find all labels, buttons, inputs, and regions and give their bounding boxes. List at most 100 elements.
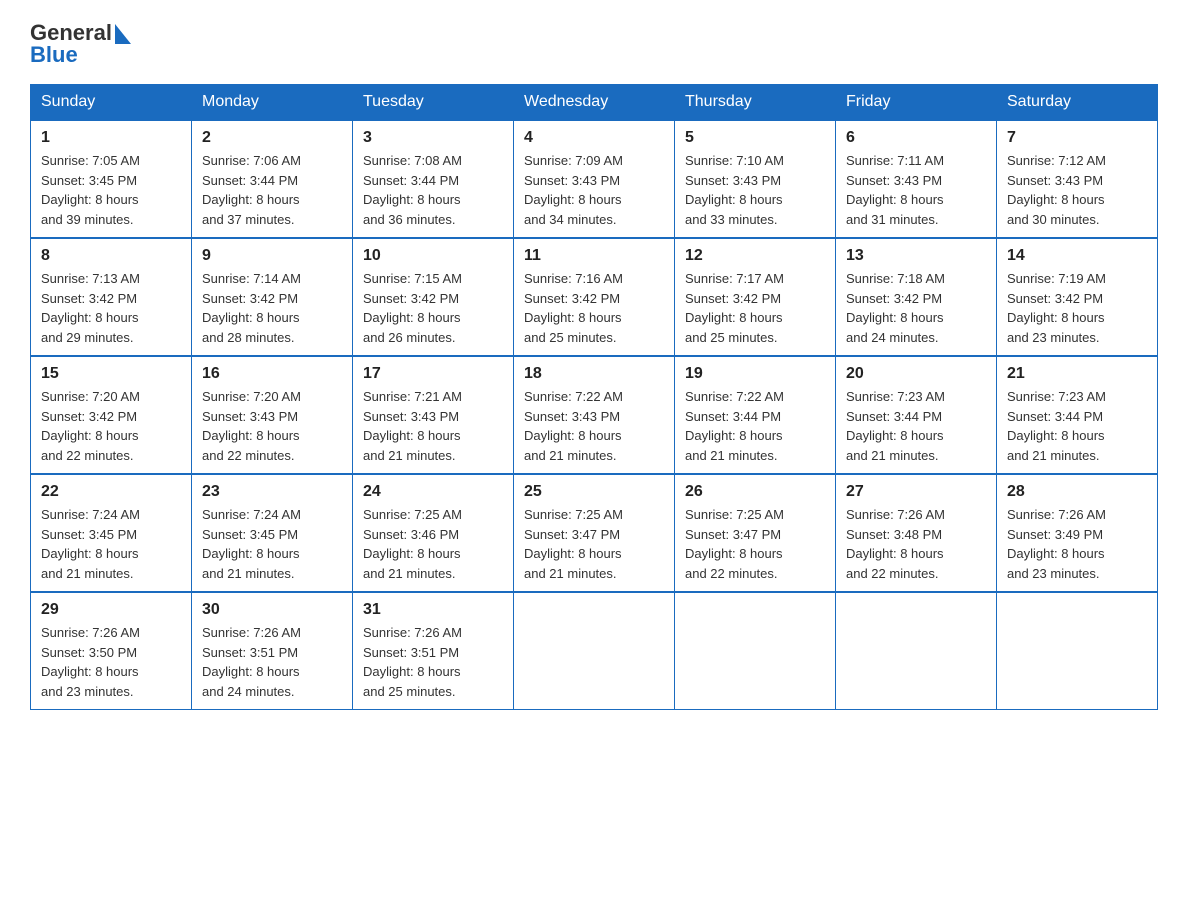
day-number: 8: [41, 247, 181, 265]
day-number: 17: [363, 365, 503, 383]
day-cell-10: 10 Sunrise: 7:15 AM Sunset: 3:42 PM Dayl…: [353, 238, 514, 356]
day-cell-12: 12 Sunrise: 7:17 AM Sunset: 3:42 PM Dayl…: [675, 238, 836, 356]
day-number: 13: [846, 247, 986, 265]
logo: General Blue: [30, 20, 131, 68]
day-info: Sunrise: 7:25 AM Sunset: 3:46 PM Dayligh…: [363, 505, 503, 583]
day-cell-25: 25 Sunrise: 7:25 AM Sunset: 3:47 PM Dayl…: [514, 474, 675, 592]
logo-arrow-icon: [115, 24, 131, 44]
day-info: Sunrise: 7:26 AM Sunset: 3:49 PM Dayligh…: [1007, 505, 1147, 583]
day-cell-17: 17 Sunrise: 7:21 AM Sunset: 3:43 PM Dayl…: [353, 356, 514, 474]
day-number: 19: [685, 365, 825, 383]
day-number: 24: [363, 483, 503, 501]
header-sunday: Sunday: [31, 85, 192, 121]
day-cell-15: 15 Sunrise: 7:20 AM Sunset: 3:42 PM Dayl…: [31, 356, 192, 474]
day-number: 2: [202, 129, 342, 147]
day-info: Sunrise: 7:26 AM Sunset: 3:51 PM Dayligh…: [363, 623, 503, 701]
day-info: Sunrise: 7:17 AM Sunset: 3:42 PM Dayligh…: [685, 269, 825, 347]
day-info: Sunrise: 7:23 AM Sunset: 3:44 PM Dayligh…: [1007, 387, 1147, 465]
day-cell-1: 1 Sunrise: 7:05 AM Sunset: 3:45 PM Dayli…: [31, 120, 192, 238]
day-info: Sunrise: 7:21 AM Sunset: 3:43 PM Dayligh…: [363, 387, 503, 465]
empty-cell-w4-d4: [675, 592, 836, 710]
day-info: Sunrise: 7:08 AM Sunset: 3:44 PM Dayligh…: [363, 151, 503, 229]
day-cell-18: 18 Sunrise: 7:22 AM Sunset: 3:43 PM Dayl…: [514, 356, 675, 474]
day-number: 1: [41, 129, 181, 147]
day-info: Sunrise: 7:22 AM Sunset: 3:44 PM Dayligh…: [685, 387, 825, 465]
day-number: 4: [524, 129, 664, 147]
header-saturday: Saturday: [997, 85, 1158, 121]
week-row-5: 29 Sunrise: 7:26 AM Sunset: 3:50 PM Dayl…: [31, 592, 1158, 710]
day-cell-26: 26 Sunrise: 7:25 AM Sunset: 3:47 PM Dayl…: [675, 474, 836, 592]
day-info: Sunrise: 7:18 AM Sunset: 3:42 PM Dayligh…: [846, 269, 986, 347]
week-row-4: 22 Sunrise: 7:24 AM Sunset: 3:45 PM Dayl…: [31, 474, 1158, 592]
empty-cell-w4-d5: [836, 592, 997, 710]
day-cell-28: 28 Sunrise: 7:26 AM Sunset: 3:49 PM Dayl…: [997, 474, 1158, 592]
day-cell-23: 23 Sunrise: 7:24 AM Sunset: 3:45 PM Dayl…: [192, 474, 353, 592]
day-info: Sunrise: 7:25 AM Sunset: 3:47 PM Dayligh…: [685, 505, 825, 583]
page-header: General Blue: [30, 20, 1158, 68]
day-cell-7: 7 Sunrise: 7:12 AM Sunset: 3:43 PM Dayli…: [997, 120, 1158, 238]
day-cell-24: 24 Sunrise: 7:25 AM Sunset: 3:46 PM Dayl…: [353, 474, 514, 592]
day-info: Sunrise: 7:20 AM Sunset: 3:42 PM Dayligh…: [41, 387, 181, 465]
day-info: Sunrise: 7:09 AM Sunset: 3:43 PM Dayligh…: [524, 151, 664, 229]
day-cell-21: 21 Sunrise: 7:23 AM Sunset: 3:44 PM Dayl…: [997, 356, 1158, 474]
day-cell-6: 6 Sunrise: 7:11 AM Sunset: 3:43 PM Dayli…: [836, 120, 997, 238]
day-number: 26: [685, 483, 825, 501]
day-number: 16: [202, 365, 342, 383]
calendar-table: SundayMondayTuesdayWednesdayThursdayFrid…: [30, 84, 1158, 710]
day-number: 6: [846, 129, 986, 147]
day-number: 22: [41, 483, 181, 501]
day-cell-16: 16 Sunrise: 7:20 AM Sunset: 3:43 PM Dayl…: [192, 356, 353, 474]
day-number: 21: [1007, 365, 1147, 383]
day-info: Sunrise: 7:11 AM Sunset: 3:43 PM Dayligh…: [846, 151, 986, 229]
day-cell-29: 29 Sunrise: 7:26 AM Sunset: 3:50 PM Dayl…: [31, 592, 192, 710]
day-number: 30: [202, 601, 342, 619]
day-info: Sunrise: 7:25 AM Sunset: 3:47 PM Dayligh…: [524, 505, 664, 583]
day-cell-13: 13 Sunrise: 7:18 AM Sunset: 3:42 PM Dayl…: [836, 238, 997, 356]
day-info: Sunrise: 7:05 AM Sunset: 3:45 PM Dayligh…: [41, 151, 181, 229]
day-cell-19: 19 Sunrise: 7:22 AM Sunset: 3:44 PM Dayl…: [675, 356, 836, 474]
day-cell-22: 22 Sunrise: 7:24 AM Sunset: 3:45 PM Dayl…: [31, 474, 192, 592]
day-number: 5: [685, 129, 825, 147]
week-row-2: 8 Sunrise: 7:13 AM Sunset: 3:42 PM Dayli…: [31, 238, 1158, 356]
day-number: 23: [202, 483, 342, 501]
day-info: Sunrise: 7:16 AM Sunset: 3:42 PM Dayligh…: [524, 269, 664, 347]
day-info: Sunrise: 7:06 AM Sunset: 3:44 PM Dayligh…: [202, 151, 342, 229]
day-cell-9: 9 Sunrise: 7:14 AM Sunset: 3:42 PM Dayli…: [192, 238, 353, 356]
day-number: 27: [846, 483, 986, 501]
day-cell-31: 31 Sunrise: 7:26 AM Sunset: 3:51 PM Dayl…: [353, 592, 514, 710]
day-number: 20: [846, 365, 986, 383]
day-number: 9: [202, 247, 342, 265]
day-info: Sunrise: 7:23 AM Sunset: 3:44 PM Dayligh…: [846, 387, 986, 465]
day-cell-11: 11 Sunrise: 7:16 AM Sunset: 3:42 PM Dayl…: [514, 238, 675, 356]
day-cell-3: 3 Sunrise: 7:08 AM Sunset: 3:44 PM Dayli…: [353, 120, 514, 238]
day-cell-30: 30 Sunrise: 7:26 AM Sunset: 3:51 PM Dayl…: [192, 592, 353, 710]
empty-cell-w4-d6: [997, 592, 1158, 710]
day-cell-14: 14 Sunrise: 7:19 AM Sunset: 3:42 PM Dayl…: [997, 238, 1158, 356]
day-number: 15: [41, 365, 181, 383]
header-friday: Friday: [836, 85, 997, 121]
day-number: 11: [524, 247, 664, 265]
header-wednesday: Wednesday: [514, 85, 675, 121]
header-tuesday: Tuesday: [353, 85, 514, 121]
day-cell-2: 2 Sunrise: 7:06 AM Sunset: 3:44 PM Dayli…: [192, 120, 353, 238]
day-number: 3: [363, 129, 503, 147]
logo-text-blue: Blue: [30, 42, 78, 68]
day-number: 25: [524, 483, 664, 501]
day-cell-5: 5 Sunrise: 7:10 AM Sunset: 3:43 PM Dayli…: [675, 120, 836, 238]
week-row-3: 15 Sunrise: 7:20 AM Sunset: 3:42 PM Dayl…: [31, 356, 1158, 474]
day-info: Sunrise: 7:26 AM Sunset: 3:51 PM Dayligh…: [202, 623, 342, 701]
day-cell-27: 27 Sunrise: 7:26 AM Sunset: 3:48 PM Dayl…: [836, 474, 997, 592]
day-info: Sunrise: 7:19 AM Sunset: 3:42 PM Dayligh…: [1007, 269, 1147, 347]
day-number: 7: [1007, 129, 1147, 147]
day-number: 31: [363, 601, 503, 619]
weekday-header-row: SundayMondayTuesdayWednesdayThursdayFrid…: [31, 85, 1158, 121]
day-number: 29: [41, 601, 181, 619]
day-info: Sunrise: 7:24 AM Sunset: 3:45 PM Dayligh…: [202, 505, 342, 583]
day-info: Sunrise: 7:26 AM Sunset: 3:48 PM Dayligh…: [846, 505, 986, 583]
day-number: 18: [524, 365, 664, 383]
day-number: 14: [1007, 247, 1147, 265]
day-info: Sunrise: 7:20 AM Sunset: 3:43 PM Dayligh…: [202, 387, 342, 465]
day-info: Sunrise: 7:12 AM Sunset: 3:43 PM Dayligh…: [1007, 151, 1147, 229]
day-number: 10: [363, 247, 503, 265]
header-monday: Monday: [192, 85, 353, 121]
